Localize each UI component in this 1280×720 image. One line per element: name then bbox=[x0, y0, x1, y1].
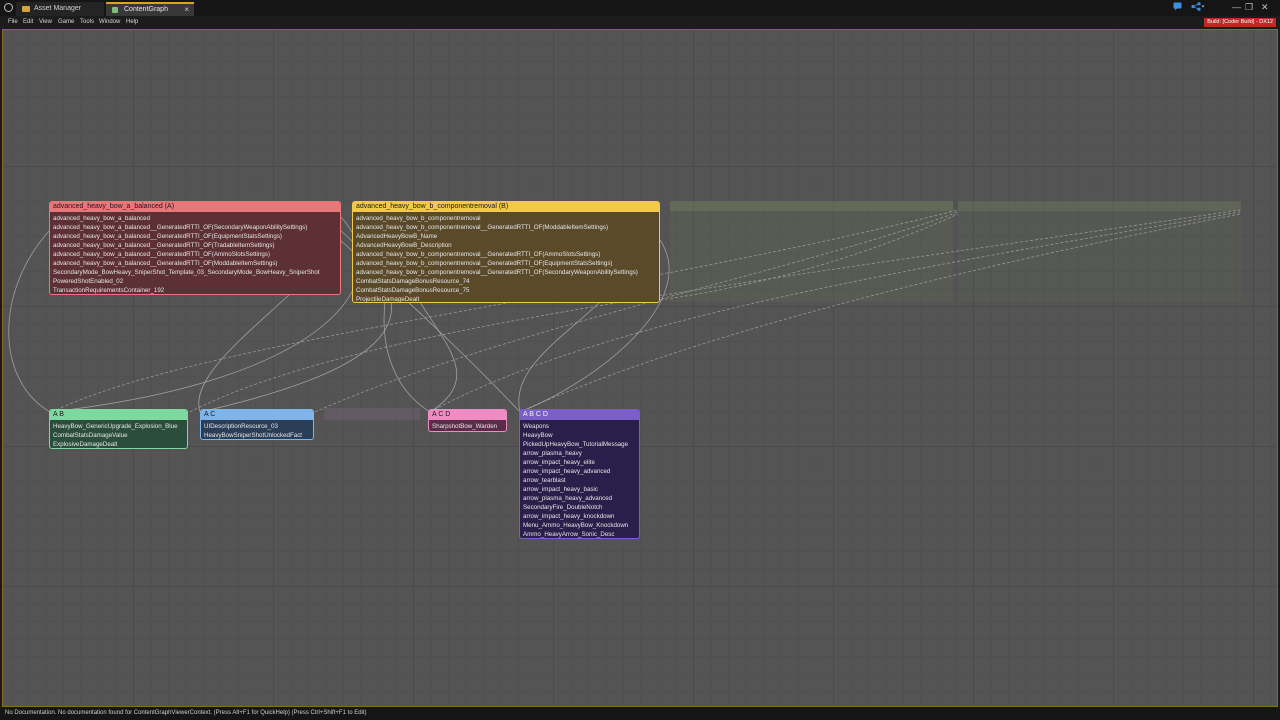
node-row: AdvancedHeavyBowB_Name bbox=[356, 233, 438, 240]
node-row: HeavyBow bbox=[523, 432, 553, 439]
status-bar: No Documentation. No documentation found… bbox=[0, 707, 1280, 720]
node-abcd[interactable]: A B C D Weapons HeavyBow PickedUpHeavyBo… bbox=[519, 409, 640, 539]
node-row: HeavyBowSniperShotUnlockedFact bbox=[204, 432, 303, 439]
node-row: arrow_impact_heavy_elite bbox=[523, 459, 595, 466]
node-row: advanced_heavy_bow_a_balanced__Generated… bbox=[53, 233, 282, 240]
node-b[interactable]: advanced_heavy_bow_b_componentremoval (B… bbox=[352, 201, 660, 303]
node-row: PoweredShotEnabled_02 bbox=[53, 278, 124, 285]
node-title: A B bbox=[50, 410, 187, 420]
node-row: advanced_heavy_bow_b_componentremoval__G… bbox=[356, 251, 601, 258]
node-row: ProjectileDamageDealt bbox=[356, 296, 420, 303]
graph-edges bbox=[8, 209, 1241, 413]
node-a[interactable]: advanced_heavy_bow_a_balanced (A) advanc… bbox=[49, 201, 341, 295]
node-body: HeavyBow_GenericUpgrade_Explosion_Blue C… bbox=[50, 420, 187, 448]
node-row: Weapons bbox=[523, 423, 550, 430]
node-row: CombatStatsDamageBonusResource_74 bbox=[356, 278, 470, 285]
node-row: arrow_plasma_heavy_advanced bbox=[523, 495, 613, 502]
node-row: SecondaryMode_BowHeavy_SniperShot_Templa… bbox=[53, 269, 320, 276]
node-row: SecondaryFire_DoubleNotch bbox=[523, 504, 603, 511]
node-body: advanced_heavy_bow_a_balanced advanced_h… bbox=[50, 212, 340, 294]
node-row: CombatStatsDamageValue bbox=[53, 432, 128, 439]
node-row: advanced_heavy_bow_a_balanced__Generated… bbox=[53, 251, 270, 258]
node-row: arrow_impact_heavy_advanced bbox=[523, 468, 611, 475]
node-row: Menu_Ammo_HeavyBow_Knockdown bbox=[523, 522, 629, 529]
node-row: advanced_heavy_bow_a_balanced__Generated… bbox=[53, 242, 275, 249]
node-title: A C D bbox=[429, 410, 506, 420]
node-row: advanced_heavy_bow_b_componentremoval bbox=[356, 215, 481, 222]
node-row: arrow_tearblast bbox=[523, 477, 566, 484]
node-row: arrow_impact_heavy_basic bbox=[523, 486, 598, 493]
node-row: PickedUpHeavyBow_TutorialMessage bbox=[523, 441, 629, 448]
node-row: Ammo_HeavyArrow_Sonic_Desc bbox=[523, 531, 615, 538]
node-row: advanced_heavy_bow_a_balanced bbox=[53, 215, 151, 222]
node-row: advanced_heavy_bow_b_componentremoval__G… bbox=[356, 269, 638, 276]
node-title: A B C D bbox=[520, 410, 639, 420]
node-body: SharpshotBow_Warden bbox=[429, 420, 506, 431]
node-row: AdvancedHeavyBowB_Description bbox=[356, 242, 452, 249]
node-body: UIDescriptionResource_03 HeavyBowSniperS… bbox=[201, 420, 313, 439]
node-title: advanced_heavy_bow_b_componentremoval (B… bbox=[353, 202, 659, 212]
node-ac[interactable]: A C UIDescriptionResource_03 HeavyBowSni… bbox=[200, 409, 314, 440]
node-row: arrow_impact_heavy_knockdown bbox=[523, 513, 615, 520]
node-row: advanced_heavy_bow_a_balanced__Generated… bbox=[53, 260, 278, 267]
node-row: TransactionRequirementsContainer_192 bbox=[53, 287, 165, 294]
node-row: advanced_heavy_bow_b_componentremoval__G… bbox=[356, 260, 613, 267]
node-row: UIDescriptionResource_03 bbox=[204, 423, 278, 430]
node-acd[interactable]: A C D SharpshotBow_Warden bbox=[428, 409, 507, 432]
node-row: ExplosiveDamageDealt bbox=[53, 441, 118, 448]
node-body: Weapons HeavyBow PickedUpHeavyBow_Tutori… bbox=[520, 420, 639, 538]
node-row: HeavyBow_GenericUpgrade_Explosion_Blue bbox=[53, 423, 178, 430]
node-row: arrow_plasma_heavy bbox=[523, 450, 582, 457]
node-row: advanced_heavy_bow_a_balanced__Generated… bbox=[53, 224, 308, 231]
node-title: advanced_heavy_bow_a_balanced (A) bbox=[50, 202, 340, 212]
node-row: advanced_heavy_bow_b_componentremoval__G… bbox=[356, 224, 609, 231]
node-title: A C bbox=[201, 410, 313, 420]
node-row: CombatStatsDamageBonusResource_75 bbox=[356, 287, 470, 294]
node-body: advanced_heavy_bow_b_componentremoval ad… bbox=[353, 212, 659, 303]
node-row: SharpshotBow_Warden bbox=[432, 423, 498, 430]
node-ab[interactable]: A B HeavyBow_GenericUpgrade_Explosion_Bl… bbox=[49, 409, 188, 449]
